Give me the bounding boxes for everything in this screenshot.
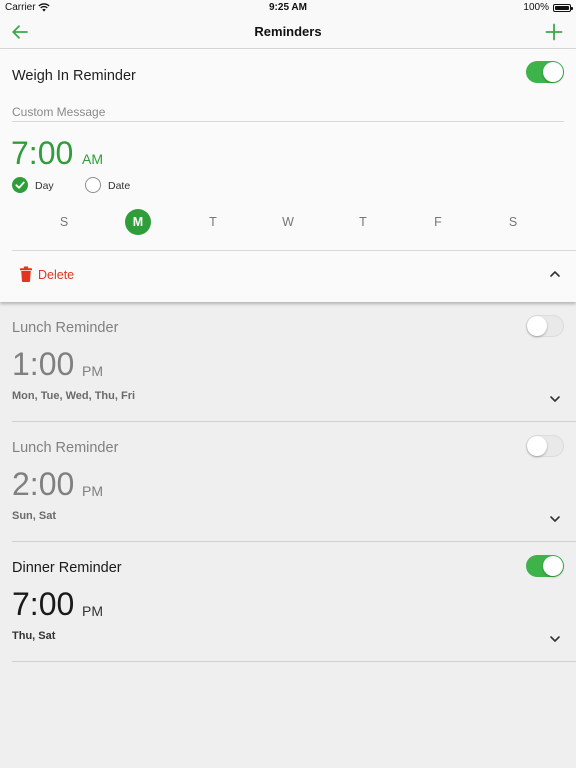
reminder-days: Sun, Sat [12, 510, 57, 522]
page-title: Reminders [254, 24, 322, 39]
reminder-time: 2:00 [12, 466, 75, 502]
reminder-card[interactable]: Dinner Reminder 7:00 PM Thu, Sat [12, 542, 576, 662]
reminder-name: Dinner Reminder [12, 560, 122, 576]
chevron-down-icon[interactable] [549, 514, 561, 524]
chevron-down-icon[interactable] [549, 634, 561, 644]
radio-checked-icon [12, 177, 28, 193]
schedule-option-label: Date [108, 180, 131, 192]
reminder-card[interactable]: Lunch Reminder 2:00 PM Sun, Sat [12, 422, 576, 542]
reminder-period: PM [82, 603, 103, 619]
toggle-knob [527, 436, 547, 456]
radio-unchecked-icon [85, 177, 101, 193]
reminder-days: Thu, Sat [12, 630, 56, 642]
reminder-toggle[interactable] [526, 61, 564, 83]
checkmark-icon [15, 181, 25, 189]
reminder-name: Lunch Reminder [12, 320, 119, 336]
reminder-period: AM [82, 151, 103, 167]
toggle-knob [527, 316, 547, 336]
toggle-knob [543, 556, 563, 576]
status-bar: Carrier 9:25 AM 100% [0, 0, 576, 16]
reminder-time[interactable]: 7:00 [11, 135, 73, 172]
reminder-time: 7:00 [12, 586, 75, 622]
reminder-card[interactable]: Lunch Reminder 1:00 PM Mon, Tue, Wed, Th… [12, 302, 576, 422]
reminder-toggle[interactable] [526, 555, 564, 577]
custom-message-input[interactable] [12, 102, 564, 122]
day-sunday[interactable]: S [51, 209, 77, 235]
schedule-option-label: Day [35, 180, 54, 192]
battery-percent: 100% [523, 2, 549, 13]
day-saturday[interactable]: S [500, 209, 526, 235]
day-thursday[interactable]: T [350, 209, 376, 235]
day-tuesday[interactable]: T [200, 209, 226, 235]
status-time: 9:25 AM [269, 2, 307, 13]
reminder-name: Lunch Reminder [12, 440, 119, 456]
reminder-period: PM [82, 363, 103, 379]
navigation-bar: Reminders [0, 16, 576, 49]
plus-icon[interactable] [544, 22, 564, 42]
reminder-period: PM [82, 483, 103, 499]
battery-level [555, 6, 569, 10]
expanded-reminder-card: Weigh In Reminder 7:00 AM Day Date S M T… [0, 49, 576, 302]
chevron-down-icon[interactable] [549, 394, 561, 404]
day-monday[interactable]: M [125, 209, 151, 235]
reminder-toggle[interactable] [526, 435, 564, 457]
reminder-name: Weigh In Reminder [12, 68, 136, 84]
day-wednesday[interactable]: W [275, 209, 301, 235]
delete-label: Delete [38, 268, 75, 282]
reminder-toggle[interactable] [526, 315, 564, 337]
divider [12, 250, 576, 251]
reminder-time: 1:00 [12, 346, 75, 382]
chevron-up-icon[interactable] [549, 269, 561, 279]
trash-icon [20, 266, 32, 282]
reminder-days: Mon, Tue, Wed, Thu, Fri [12, 390, 136, 402]
toggle-knob [543, 62, 563, 82]
day-friday[interactable]: F [425, 209, 451, 235]
battery-icon [553, 4, 573, 12]
